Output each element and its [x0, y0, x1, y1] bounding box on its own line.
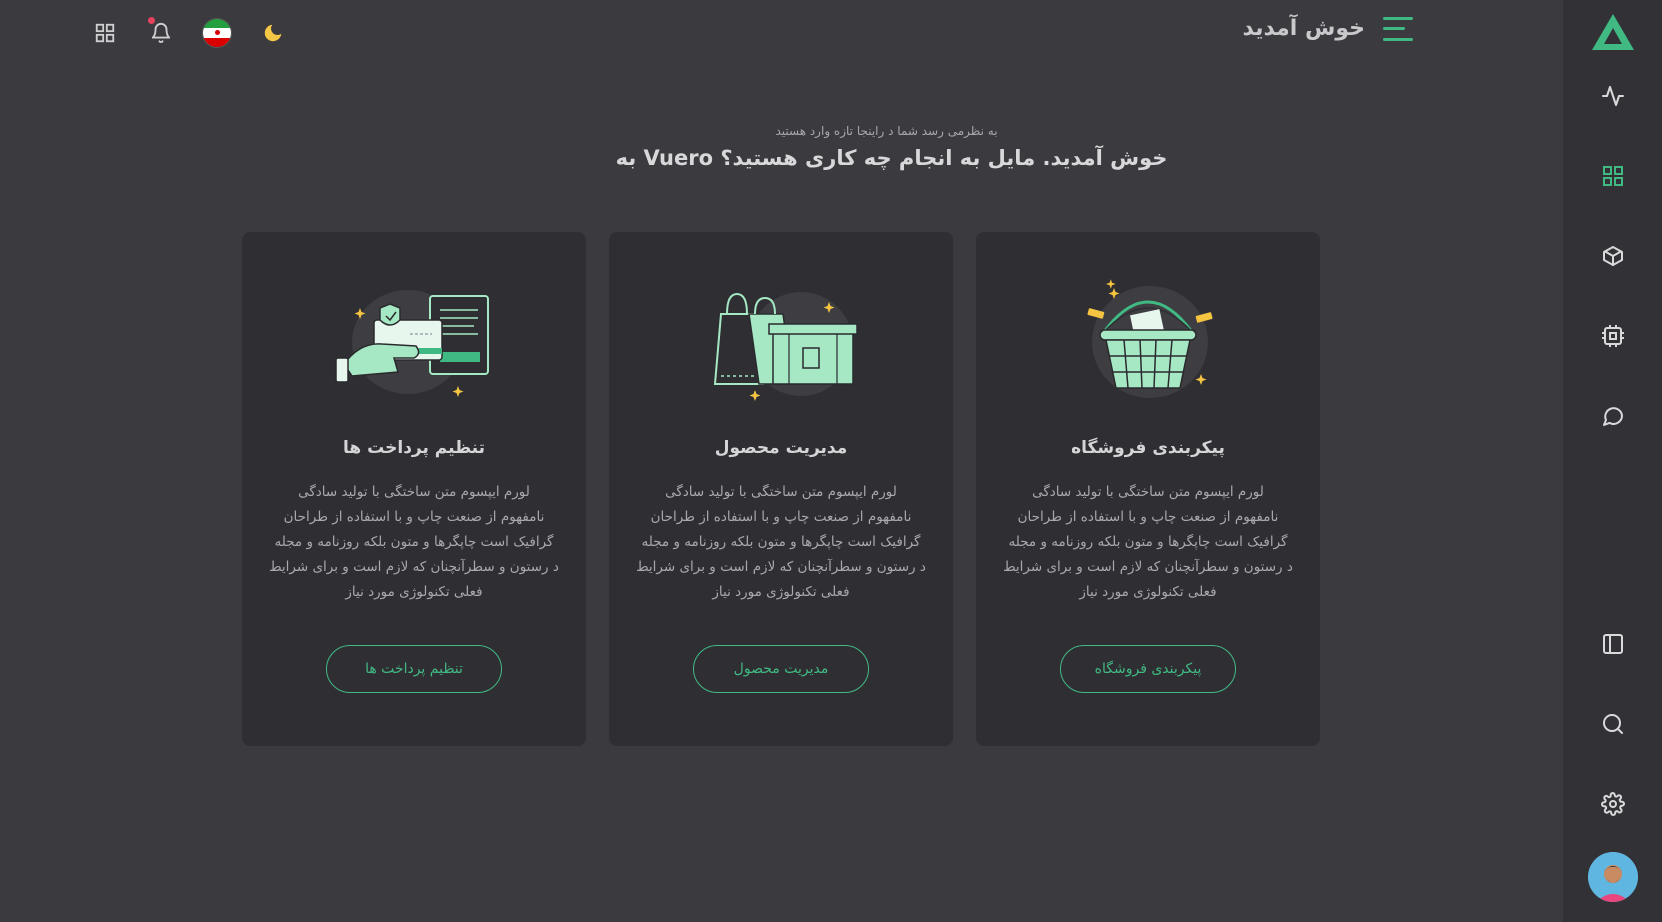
- activity-icon[interactable]: [1595, 78, 1631, 114]
- card-text-line: نامفهوم از صنعت چاپ و با استفاده از طراح…: [283, 509, 545, 525]
- sidebar-layout-icon[interactable]: [1595, 626, 1631, 662]
- sidebar: [1563, 0, 1662, 922]
- store-config-button[interactable]: پیکربندی فروشگاه: [1060, 645, 1236, 693]
- card-text-line: فعلی تکنولوژی مورد نیاز: [712, 584, 850, 600]
- vuero-logo[interactable]: [1590, 12, 1636, 52]
- welcome-header: خوش آمدید: [1242, 16, 1413, 41]
- card-text-line: لورم ایپسوم متن ساختگی با تولید سادگی: [665, 484, 897, 500]
- card-title: مدیریت محصول: [714, 438, 848, 458]
- iran-flag-icon[interactable]: [202, 18, 232, 48]
- top-actions: [90, 17, 288, 48]
- card-text-line: د رستون و سطرآنچنان که لازم است و برای ش…: [636, 559, 926, 575]
- payment-settings-button[interactable]: تنظیم پرداخت ها: [326, 645, 502, 693]
- settings-icon[interactable]: [1595, 786, 1631, 822]
- notification-dot: [148, 17, 155, 24]
- hero: به نظرمی رسد شما د راینجا تازه وارد هستی…: [0, 124, 1563, 170]
- apps-grid-icon[interactable]: [90, 18, 120, 48]
- shopping-basket-illustration: [1058, 272, 1238, 412]
- card-text-line: گرافیک است چاپگرها و متون بلکه روزنامه و…: [1008, 534, 1288, 550]
- moon-icon[interactable]: [258, 18, 288, 48]
- top-bar: خوش آمدید: [0, 0, 1563, 72]
- card-text-line: فعلی تکنولوژی مورد نیاز: [1079, 584, 1217, 600]
- card-payment-settings: تنظیم پرداخت ها لورم ایپسوم متن ساختگی ب…: [242, 232, 586, 746]
- card-title: تنظیم پرداخت ها: [343, 438, 485, 458]
- card-text-line: گرافیک است چاپگرها و متون بلکه روزنامه و…: [274, 534, 554, 550]
- welcome-title: خوش آمدید: [1242, 16, 1365, 41]
- product-management-button[interactable]: مدیریت محصول: [693, 645, 869, 693]
- card-text-line: فعلی تکنولوژی مورد نیاز: [345, 584, 483, 600]
- hero-subtitle: به نظرمی رسد شما د راینجا تازه وارد هستی…: [775, 124, 998, 138]
- card-text-line: لورم ایپسوم متن ساختگی با تولید سادگی: [298, 484, 530, 500]
- shopping-bag-box-illustration: [691, 272, 871, 412]
- card-text-line: گرافیک است چاپگرها و متون بلکه روزنامه و…: [641, 534, 921, 550]
- card-text-line: د رستون و سطرآنچنان که لازم است و برای ش…: [1003, 559, 1293, 575]
- bell-icon[interactable]: [146, 17, 176, 48]
- card-title: پیکربندی فروشگاه: [1071, 438, 1225, 458]
- message-icon[interactable]: [1595, 398, 1631, 434]
- card-text-line: نامفهوم از صنعت چاپ و با استفاده از طراح…: [650, 509, 912, 525]
- onboarding-cards: پیکربندی فروشگاه لورم ایپسوم متن ساختگی …: [242, 232, 1320, 746]
- card-text-line: د رستون و سطرآنچنان که لازم است و برای ش…: [269, 559, 559, 575]
- hero-title: به Vuero خوش آمدید. مایل به انجام چه کار…: [615, 146, 1168, 170]
- avatar[interactable]: [1587, 852, 1638, 902]
- grid-icon[interactable]: [1595, 158, 1631, 194]
- card-text-line: لورم ایپسوم متن ساختگی با تولید سادگی: [1032, 484, 1264, 500]
- search-icon[interactable]: [1595, 706, 1631, 742]
- card-product-management: مدیریت محصول لورم ایپسوم متن ساختگی با ت…: [609, 232, 953, 746]
- card-description: لورم ایپسوم متن ساختگی با تولید سادگی نا…: [631, 480, 931, 605]
- box-icon[interactable]: [1595, 238, 1631, 274]
- card-text-line: نامفهوم از صنعت چاپ و با استفاده از طراح…: [1017, 509, 1279, 525]
- card-description: لورم ایپسوم متن ساختگی با تولید سادگی نا…: [264, 480, 564, 605]
- card-description: لورم ایپسوم متن ساختگی با تولید سادگی نا…: [998, 480, 1298, 605]
- cpu-icon[interactable]: [1595, 318, 1631, 354]
- card-store-config: پیکربندی فروشگاه لورم ایپسوم متن ساختگی …: [976, 232, 1320, 746]
- payment-card-illustration: [324, 272, 504, 412]
- menu-toggle-icon[interactable]: [1383, 16, 1413, 41]
